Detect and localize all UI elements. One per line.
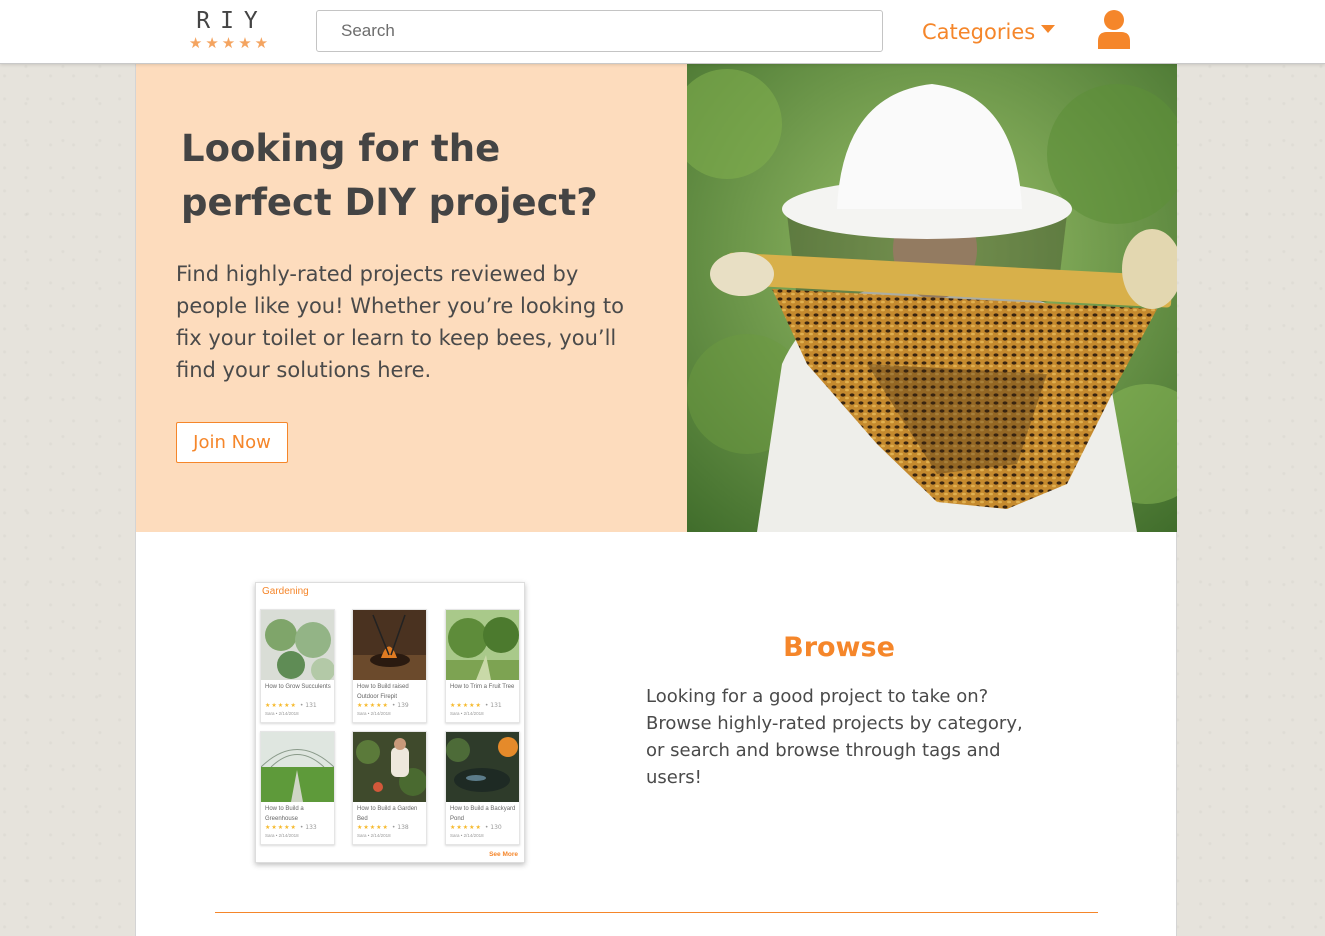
- mini-card-count: • 131: [299, 702, 317, 709]
- see-more-link[interactable]: See More: [489, 851, 518, 858]
- mini-card-rating: ★★★★★: [450, 702, 482, 709]
- mini-project-card[interactable]: How to Build a Garden Bed ★★★★★ • 138 Sa…: [352, 731, 427, 845]
- mini-card-rating: ★★★★★: [265, 702, 297, 709]
- fruit-tree-thumbnail: [446, 610, 519, 680]
- mini-card-title: How to Build a Backyard Pond: [450, 806, 516, 822]
- search-input[interactable]: [316, 10, 883, 52]
- caret-down-icon: [1041, 25, 1056, 33]
- user-account-icon[interactable]: [1096, 9, 1132, 49]
- pond-thumbnail: [446, 732, 519, 802]
- mini-card-meta: Sara • 2/14/2018: [357, 833, 391, 838]
- mini-card-count: • 130: [484, 824, 502, 831]
- mini-card-stars: ★★★★★ • 138: [357, 824, 409, 831]
- logo-text: RIY: [196, 8, 268, 34]
- join-now-button[interactable]: Join Now: [176, 422, 288, 463]
- beekeeper-photo: [687, 64, 1177, 532]
- section-divider: [215, 912, 1098, 913]
- mini-card-meta: Sara • 2/14/2018: [450, 833, 484, 838]
- categories-label: Categories: [922, 20, 1036, 44]
- mini-card-stars: ★★★★★ • 131: [450, 702, 502, 709]
- mini-project-card[interactable]: How to Build a Backyard Pond ★★★★★ • 130…: [445, 731, 520, 845]
- mini-card-title: How to Build a Greenhouse: [265, 806, 304, 822]
- hero-panel: Looking for the perfect DIY project? Fin…: [136, 64, 687, 532]
- mini-card-rating: ★★★★★: [357, 824, 389, 831]
- hero-description: Find highly-rated projects reviewed by p…: [176, 262, 624, 382]
- main-content: Looking for the perfect DIY project? Fin…: [135, 64, 1177, 936]
- mini-project-card[interactable]: How to Grow Succulents ★★★★★ • 131 Sara …: [260, 609, 335, 723]
- mini-card-title: How to Grow Succulents: [265, 684, 331, 690]
- mini-card-rating: ★★★★★: [265, 824, 297, 831]
- mini-card-title: How to Trim a Fruit Tree: [450, 684, 515, 690]
- mini-card-title: How to Build a Garden Bed: [357, 806, 418, 822]
- garden-bed-thumbnail: [353, 732, 426, 802]
- preview-category-title: Gardening: [262, 586, 309, 597]
- mini-project-card[interactable]: How to Trim a Fruit Tree ★★★★★ • 131 Sar…: [445, 609, 520, 723]
- mini-card-title: How to Build raised Outdoor Firepit: [357, 684, 409, 700]
- mini-card-count: • 138: [391, 824, 409, 831]
- categories-dropdown[interactable]: Categories: [922, 17, 1056, 47]
- mini-card-count: • 133: [299, 824, 317, 831]
- mini-card-count: • 139: [391, 702, 409, 709]
- mini-card-count: • 131: [484, 702, 502, 709]
- firepit-thumbnail: [353, 610, 426, 680]
- mini-card-stars: ★★★★★ • 139: [357, 702, 409, 709]
- top-nav: RIY ★★★★★ Categories: [0, 0, 1325, 64]
- riy-logo[interactable]: RIY ★★★★★: [180, 8, 280, 56]
- browse-title: Browse: [783, 632, 895, 663]
- browse-description: Looking for a good project to take on? B…: [646, 686, 1023, 788]
- mini-card-meta: Sara • 2/14/2018: [450, 711, 484, 716]
- mini-project-card[interactable]: How to Build a Greenhouse ★★★★★ • 133 Sa…: [260, 731, 335, 845]
- mini-card-rating: ★★★★★: [450, 824, 482, 831]
- greenhouse-thumbnail: [261, 732, 334, 802]
- gardening-preview-card[interactable]: Gardening How to Grow Succulents ★★★★★ •…: [255, 582, 525, 863]
- mini-card-meta: Sara • 2/14/2018: [357, 711, 391, 716]
- logo-stars-icon: ★★★★★: [188, 34, 272, 52]
- mini-card-stars: ★★★★★ • 133: [265, 824, 317, 831]
- succulents-thumbnail: [261, 610, 334, 680]
- mini-project-card[interactable]: How to Build raised Outdoor Firepit ★★★★…: [352, 609, 427, 723]
- hero-title: Looking for the perfect DIY project?: [181, 127, 598, 224]
- mini-card-rating: ★★★★★: [357, 702, 389, 709]
- mini-card-meta: Sara • 2/14/2018: [265, 833, 299, 838]
- mini-card-stars: ★★★★★ • 130: [450, 824, 502, 831]
- mini-card-stars: ★★★★★ • 131: [265, 702, 317, 709]
- mini-card-meta: Sara • 2/14/2018: [265, 711, 299, 716]
